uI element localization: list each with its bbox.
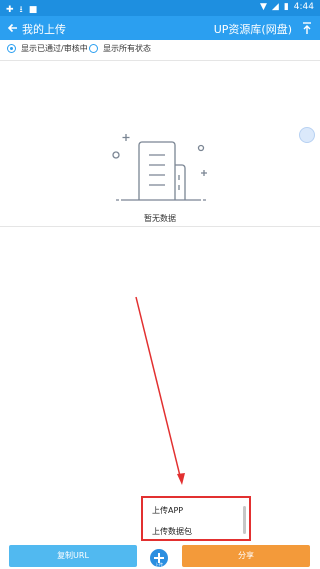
popup-scrollbar[interactable] bbox=[243, 506, 246, 534]
annotation-arrow bbox=[135, 296, 185, 485]
upload-fab-button[interactable]: 上传 bbox=[148, 547, 170, 569]
copy-url-button[interactable]: 复制URL bbox=[9, 545, 137, 567]
share-button[interactable]: 分享 bbox=[182, 545, 310, 567]
upload-popup-menu: 上传APP 上传数据包 bbox=[141, 496, 251, 541]
menu-item-upload-app[interactable]: 上传APP bbox=[152, 505, 183, 516]
menu-item-upload-data-pack[interactable]: 上传数据包 bbox=[152, 526, 192, 537]
bottom-action-bar: 复制URL 分享 上传 bbox=[0, 545, 320, 569]
fab-label: 上传 bbox=[155, 562, 163, 567]
